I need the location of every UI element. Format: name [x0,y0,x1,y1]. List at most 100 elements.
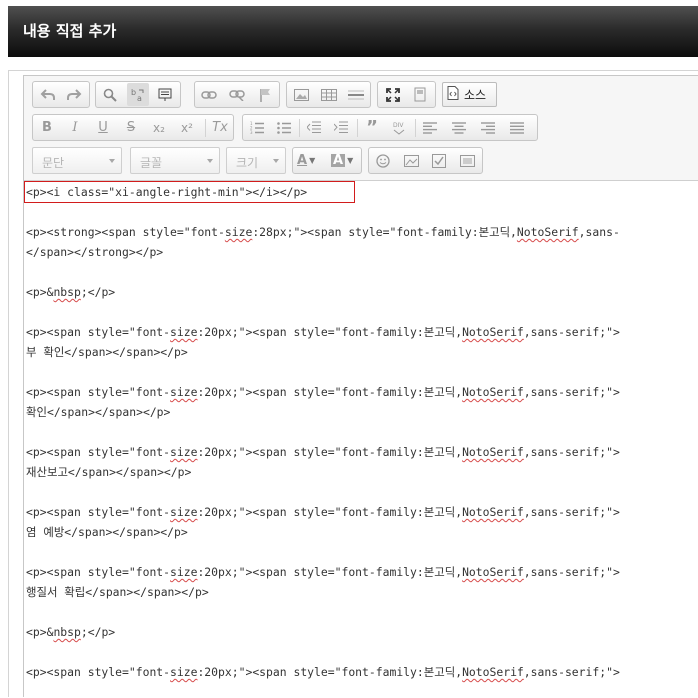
undo-icon [40,88,56,102]
view-group [377,81,436,108]
font-select[interactable]: 글꼴 [130,147,220,174]
checkbox-icon [432,153,446,168]
svg-text:3: 3 [250,130,253,134]
image-button[interactable] [290,83,312,106]
maximize-icon [386,87,400,102]
basic-styles-group: B I U S x₂ x² Tx [32,114,234,141]
superscript-button[interactable]: x² [176,116,198,139]
bulleted-list-button[interactable] [273,116,295,139]
align-left-icon [423,121,437,134]
unlink-icon [229,89,245,101]
format-select[interactable]: 문단 [32,147,122,174]
link-button[interactable] [198,83,220,106]
bg-color-button[interactable]: A ▼ [331,149,359,172]
code-line: <p><span style="font-size:20px;"><span s… [26,565,620,579]
show-blocks-icon [414,87,426,102]
search-icon [103,88,117,102]
div-icon: DIV [391,120,407,136]
flag-icon [259,88,271,102]
code-line: <p>&nbsp;</p> [26,625,116,639]
size-select[interactable]: 크기 [226,147,286,174]
outdent-button[interactable] [303,116,325,139]
align-center-button[interactable] [448,116,470,139]
justify-icon [510,121,524,134]
link-group [194,81,280,108]
chevron-down-icon [109,159,115,163]
align-right-button[interactable] [477,116,499,139]
underline-button[interactable]: U [92,116,114,139]
show-blocks-button[interactable] [409,83,431,106]
subscript-button[interactable]: x₂ [148,116,170,139]
horizontal-rule-button[interactable] [345,83,367,106]
source-textarea[interactable]: <p><i class="xi-angle-right-min"></i></p… [24,181,698,698]
numbered-list-icon: 123 [250,121,264,134]
flash-button[interactable] [400,149,422,172]
remove-format-button[interactable]: Tx [209,116,231,139]
source-icon [447,86,459,103]
editor-toolbar: ba 소스 B I U S x₂ x² Tx 1 2 3 ” DIV 문단 글꼴… [24,76,698,181]
find-button[interactable] [99,83,121,106]
align-right-icon [481,121,495,134]
redo-button[interactable] [63,83,85,106]
image-insert-icon [459,154,475,167]
code-line: <p><span style="font-size:20px;"><span s… [26,445,620,459]
text-color-icon: A [297,153,308,168]
replace-button[interactable]: ba [127,83,149,106]
checkbox-button[interactable] [428,149,450,172]
code-line: 부 확인</span></span></p> [26,345,188,359]
format-select-label: 문단 [42,156,65,170]
outdent-icon [307,121,321,134]
code-line: <p><i class="xi-angle-right-min"></i></p… [26,185,308,199]
code-line: 염 예방</span></span></p> [26,525,188,539]
align-left-button[interactable] [419,116,441,139]
table-icon [321,88,337,101]
numbered-list-button[interactable]: 123 [246,116,268,139]
font-select-label: 글꼴 [140,156,163,170]
size-select-label: 크기 [236,156,259,170]
select-all-button[interactable] [154,83,176,106]
quote-icon: ” [366,116,378,138]
code-line: <p><span style="font-size:20px;"><span s… [26,325,620,339]
svg-text:DIV: DIV [393,122,404,129]
bulleted-list-icon [277,121,291,134]
code-line: <p><span style="font-size:20px;"><span s… [26,385,620,399]
smiley-icon [376,153,390,168]
source-group: 소스 [442,81,499,108]
anchor-button[interactable] [254,83,276,106]
paragraph-group: 123 ” DIV [242,114,538,141]
text-color-button[interactable]: A ▼ [297,149,325,172]
image-icon [293,88,309,101]
svg-text:b: b [131,88,136,97]
blockquote-button[interactable]: ” [361,116,383,139]
emoticon-button[interactable] [372,149,394,172]
undo-button[interactable] [37,83,59,106]
source-button[interactable]: 소스 [442,82,497,107]
rich-text-editor: ba 소스 B I U S x₂ x² Tx 1 2 3 ” DIV 문단 글꼴… [23,75,698,698]
code-line: <p>&nbsp;</p> [26,285,116,299]
find-group: ba [95,81,181,108]
redo-icon [66,88,82,102]
source-button-label: 소스 [464,88,487,102]
bold-button[interactable]: B [36,116,58,139]
justify-button[interactable] [506,116,528,139]
select-all-icon [158,88,172,102]
svg-text:a: a [137,94,142,103]
div-button[interactable]: DIV [388,116,410,139]
strike-button[interactable]: S [120,116,142,139]
italic-button[interactable]: I [64,116,86,139]
image-insert-button[interactable] [456,149,478,172]
page-title: 내용 직접 추가 [23,22,117,40]
indent-button[interactable] [330,116,352,139]
maximize-button[interactable] [382,83,404,106]
table-button[interactable] [318,83,340,106]
align-center-icon [452,121,466,134]
bg-color-icon: A [331,153,346,168]
code-line: 행질서 확립</span></span></p> [26,585,209,599]
chevron-down-icon [207,159,213,163]
code-line: <p><span style="font-size:20px;"><span s… [26,505,620,519]
code-line: <p><span style="font-size:20px;"><span s… [26,665,620,679]
unlink-button[interactable] [226,83,248,106]
link-icon [201,90,217,100]
code-line: 재산보고</span></span></p> [26,465,192,479]
code-line: 확인</span></span></p> [26,405,171,419]
